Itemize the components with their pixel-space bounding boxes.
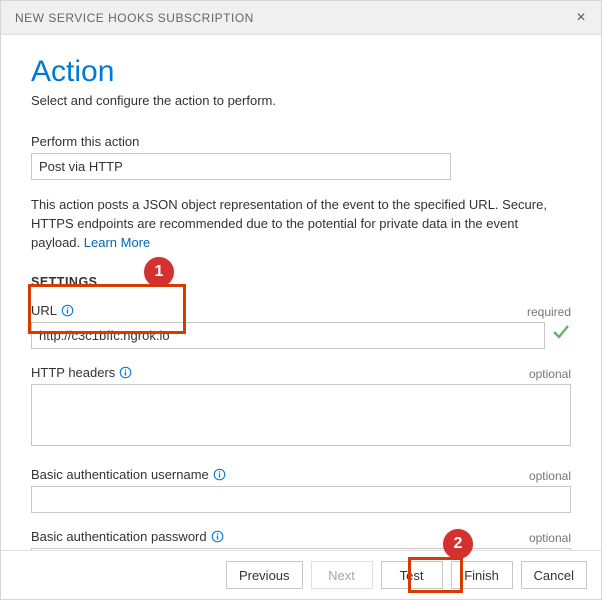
url-input[interactable] [31,322,545,349]
basic-user-hint: optional [529,469,571,483]
checkmark-icon [551,322,571,348]
url-label: URL [31,303,74,318]
page-subtitle: Select and configure the action to perfo… [31,93,571,108]
basic-pass-label: Basic authentication password [31,529,224,544]
finish-button[interactable]: Finish [451,561,513,589]
scroll-area[interactable]: Action Select and configure the action t… [1,35,601,550]
test-button[interactable]: Test [381,561,443,589]
page-title: Action [31,55,571,89]
info-icon[interactable] [119,366,132,379]
dialog-title: NEW SERVICE HOOKS SUBSCRIPTION [15,11,571,25]
dialog-header: NEW SERVICE HOOKS SUBSCRIPTION × [1,1,601,35]
url-field: URL required [31,303,571,349]
url-hint: required [527,305,571,319]
dialog: NEW SERVICE HOOKS SUBSCRIPTION × Action … [0,0,602,600]
cancel-button[interactable]: Cancel [521,561,587,589]
basic-pass-field: Basic authentication password optional [31,529,571,550]
perform-action-field: Perform this action Post via HTTP [31,134,571,180]
basic-user-label: Basic authentication username [31,467,226,482]
basic-user-field: Basic authentication username optional [31,467,571,513]
headers-label: HTTP headers [31,365,132,380]
settings-heading: SETTINGS [31,275,571,289]
dialog-footer: Previous Next Test Finish Cancel 2 [1,550,601,599]
basic-user-input[interactable] [31,486,571,513]
perform-action-value[interactable]: Post via HTTP [31,153,451,180]
info-icon[interactable] [213,468,226,481]
basic-pass-hint: optional [529,531,571,545]
headers-field: HTTP headers optional [31,365,571,451]
close-icon[interactable]: × [571,8,591,28]
action-description: This action posts a JSON object represen… [31,196,551,253]
headers-hint: optional [529,367,571,381]
perform-action-label: Perform this action [31,134,571,149]
dialog-body: Action Select and configure the action t… [1,35,601,550]
learn-more-link[interactable]: Learn More [84,235,150,250]
previous-button[interactable]: Previous [226,561,303,589]
info-icon[interactable] [211,530,224,543]
headers-input[interactable] [31,384,571,446]
info-icon[interactable] [61,304,74,317]
next-button: Next [311,561,373,589]
